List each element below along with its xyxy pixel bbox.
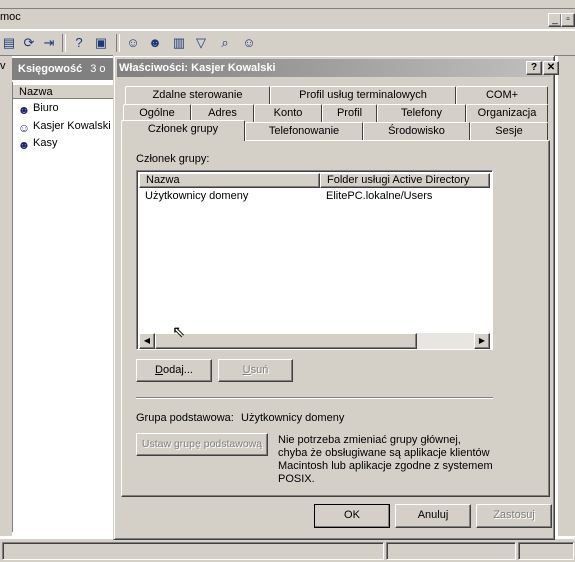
dialog-title: Właściwości: Kasjer Kowalski [119,62,276,74]
column-header-name[interactable]: Nazwa [139,173,320,188]
add-button-accesskey: D [155,364,163,376]
background-window-controls: _ ▫ [548,11,575,27]
tree-pane-text: v [0,60,6,72]
tab-profile[interactable]: Profil [322,104,377,122]
scroll-thumb[interactable] [155,333,417,349]
filter-icon[interactable]: ▽ [192,34,210,52]
menu-help[interactable]: moc [0,11,21,23]
group-list[interactable]: Nazwa Folder usługi Active Directory Uży… [136,170,493,350]
remove-button[interactable]: Usuń [218,359,293,382]
tab-com-plus[interactable]: COM+ [456,86,548,104]
export-icon[interactable]: ⇥ [40,34,58,52]
new-user-icon[interactable]: ☺ [124,34,142,52]
background-menubar [0,9,575,29]
ok-button[interactable]: OK [314,504,390,528]
tab-telephones[interactable]: Telefony [377,104,466,122]
primary-group-label: Grupa podstawowa: [136,412,234,424]
primary-group-note: Nie potrzeba zmieniać grupy głównej, chy… [278,434,493,485]
new-ou-icon[interactable]: ▥ [170,34,188,52]
add-button-label: odaj... [162,364,193,376]
close-button[interactable]: ✕ [543,61,559,75]
list-item-label: Biuro [33,102,59,114]
tab-remote-control[interactable]: Zdalne sterowanie [125,86,270,104]
container-count: 3 o [90,63,106,75]
find-icon[interactable]: ⌕ [216,34,234,52]
status-cell [386,542,516,560]
scroll-left-button[interactable]: ◀ [139,333,155,349]
separator [136,397,493,399]
column-header-folder[interactable]: Folder usługi Active Directory [320,173,490,188]
new-group-icon[interactable]: ☻ [146,34,164,52]
toolbar: ▤ ⟳ ⇥ ? ▣ ☺ ☻ ▥ ▽ ⌕ ☺ [0,30,575,56]
list-item-label: Kasy [33,137,58,149]
remove-button-label: suń [250,364,269,376]
scroll-right-button[interactable]: ▶ [474,333,490,349]
object-list: Nazwa ☻ Biuro ☺ Kasjer Kowalski ☻ Kasy [12,82,117,532]
console-icon[interactable]: ▣ [92,34,110,52]
list-item[interactable]: ☺ Kasjer Kowalski [17,118,111,135]
properties-icon[interactable]: ▤ [0,34,18,52]
horizontal-scrollbar[interactable]: ◀ ▶ [139,333,490,349]
tree-pane [0,56,12,536]
dialog-titlebar[interactable]: Właściwości: Kasjer Kowalski ? ✕ [117,59,559,77]
set-primary-group-button[interactable]: Ustaw grupę podstawową [136,433,268,456]
status-bar [0,538,575,562]
tab-member-of[interactable]: Członek grupy [121,120,245,141]
member-of-label: Członek grupy: [136,153,210,165]
container-title: Księgowość [18,63,83,75]
mouse-cursor-icon: ⇖ [172,324,186,341]
minimize-button[interactable]: _ [548,13,562,27]
restore-button[interactable]: ▫ [561,13,575,27]
tab-sessions[interactable]: Sesje [470,122,548,140]
container-header: Księgowość 3 o [12,58,116,80]
tab-account[interactable]: Konto [254,104,322,122]
status-cell [518,542,574,560]
cancel-button[interactable]: Anuluj [395,504,471,528]
group-icon: ☻ [17,138,31,152]
user-icon: ☺ [17,121,31,135]
toolbar-separator [62,34,66,52]
add-button[interactable]: Dodaj... [136,359,212,382]
list-item[interactable]: ☻ Biuro [17,100,59,117]
list-item-label: Kasjer Kowalski [33,120,111,132]
help-button[interactable]: ? [526,61,542,75]
tab-organization[interactable]: Organizacja [466,104,548,122]
toolbar-separator [116,34,120,52]
primary-group-value: Użytkownicy domeny [241,412,345,424]
list-column-header[interactable]: Nazwa [13,85,117,99]
remove-button-accesskey: U [242,364,251,376]
apply-button[interactable]: Zastosuj [476,504,552,528]
background-right-edge [558,56,575,536]
refresh-icon[interactable]: ⟳ [20,34,38,52]
background-titlebar [0,0,575,9]
status-cell [2,542,384,560]
tab-terminal-services-profile[interactable]: Profil usług terminalowych [270,86,456,104]
add-to-group-icon[interactable]: ☺ [240,34,258,52]
list-item[interactable]: ☻ Kasy [17,135,58,152]
help-icon[interactable]: ? [70,34,88,52]
group-row-folder[interactable]: ElitePC.lokalne/Users [326,190,432,202]
tab-environment[interactable]: Środowisko [363,122,470,140]
tab-dial-in[interactable]: Telefonowanie [245,122,363,140]
group-row-name[interactable]: Użytkownicy domeny [145,190,248,202]
group-icon: ☻ [17,103,31,117]
